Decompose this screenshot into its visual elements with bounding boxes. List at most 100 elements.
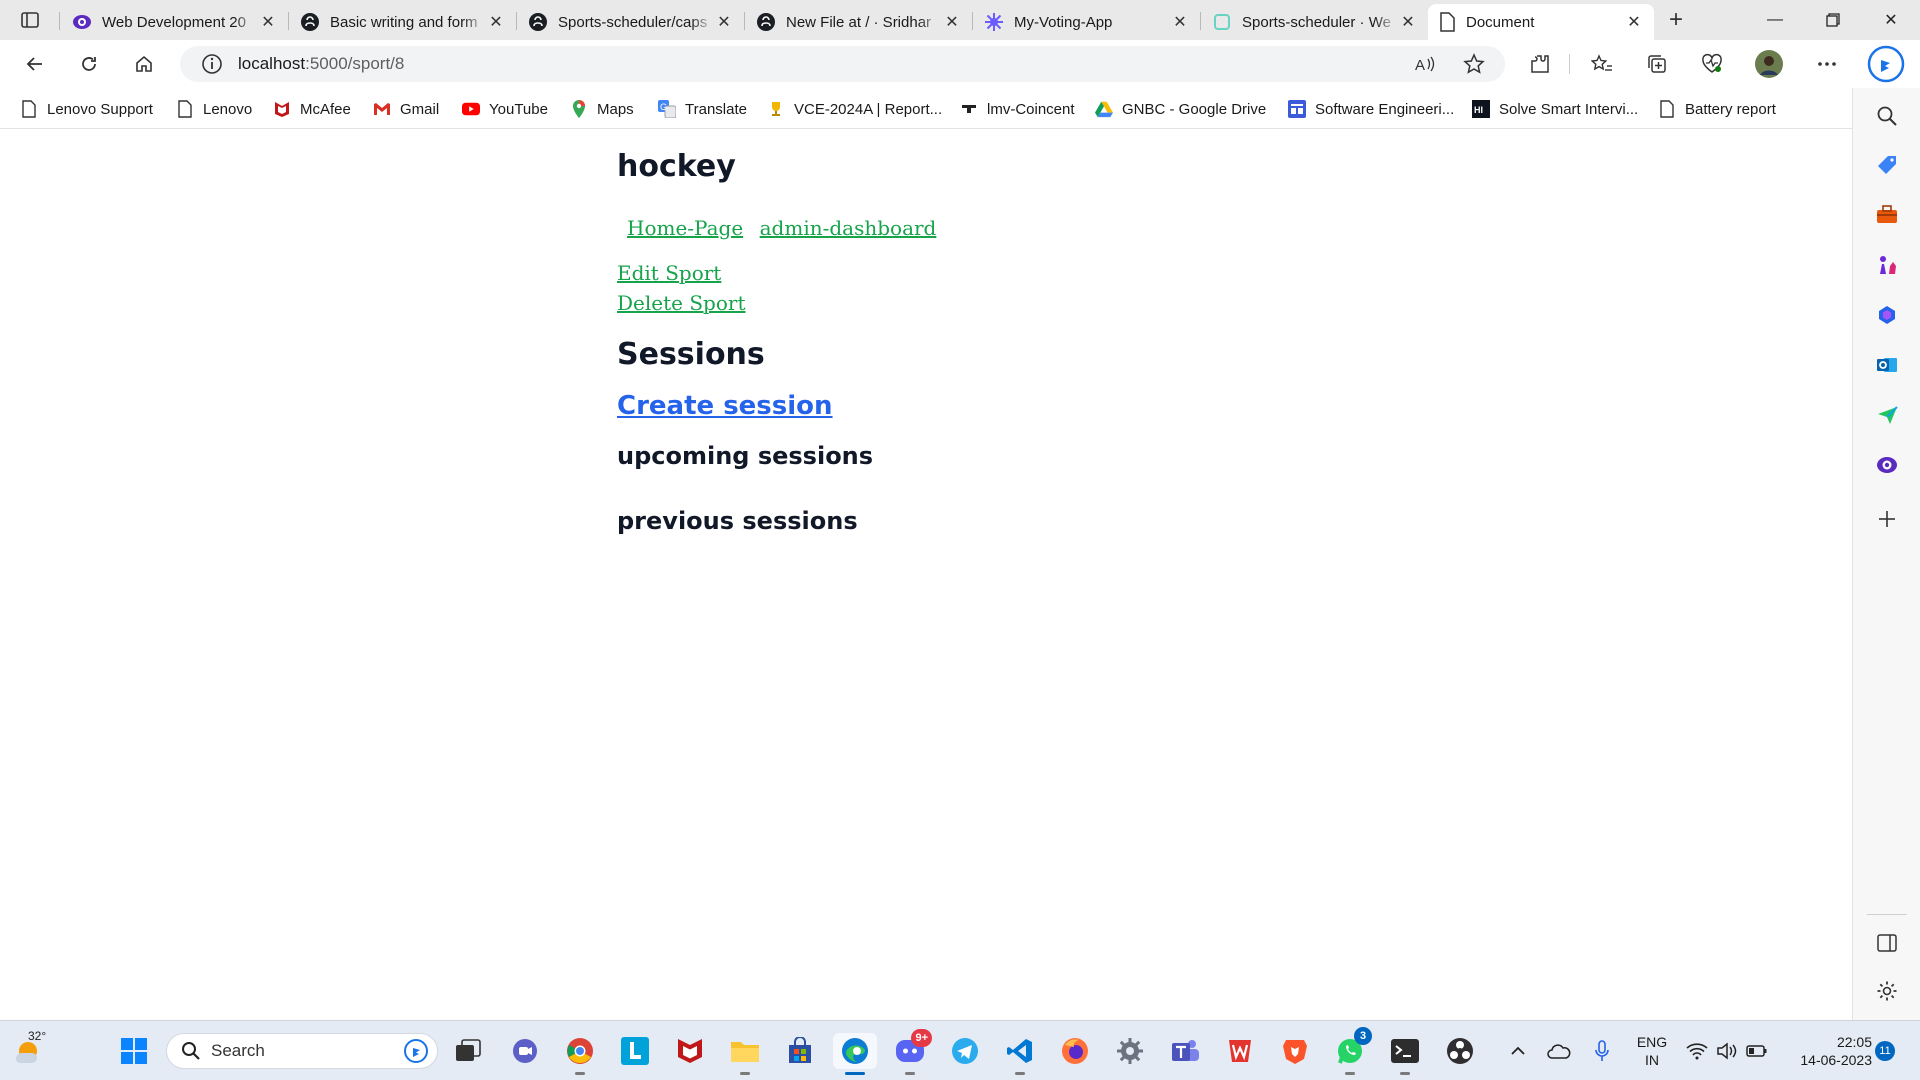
bookmark-gmail[interactable]: Gmail [373,96,439,122]
bookmark-translate[interactable]: G Translate [658,96,747,122]
profile-avatar[interactable] [1752,48,1786,80]
home-page-link[interactable]: Home-Page [627,216,743,240]
wifi-icon[interactable] [1682,1033,1712,1069]
bookmark-solve-smart[interactable]: HI Solve Smart Intervi... [1472,96,1638,122]
notification-center-badge[interactable]: 11 [1875,1041,1895,1061]
drop-send-icon[interactable] [1870,398,1904,432]
tab-sports-scheduler-web[interactable]: Sports-scheduler · We ✕ [1202,4,1428,40]
tab-actions-icon[interactable] [14,8,46,32]
taskbar-search[interactable]: Search [166,1033,438,1069]
teams-chat-icon[interactable] [507,1033,543,1069]
form-icon [1288,100,1306,118]
games-chess-icon[interactable] [1870,248,1904,282]
active-indicator [845,1072,865,1075]
admin-dashboard-link[interactable]: admin-dashboard [760,216,937,240]
bookmark-gnbc-drive[interactable]: GNBC - Google Drive [1095,96,1266,122]
tools-briefcase-icon[interactable] [1870,198,1904,232]
start-windows-icon[interactable] [116,1033,152,1069]
minimize-button[interactable]: — [1752,0,1798,40]
discord-icon[interactable]: 9+ [892,1029,932,1075]
teams-icon[interactable] [1167,1033,1203,1069]
bookmark-lenovo[interactable]: Lenovo [176,96,252,122]
tab-document[interactable]: Document ✕ [1428,4,1654,40]
bing-chat-icon[interactable] [1866,44,1906,84]
add-sidebar-app-icon[interactable] [1870,502,1904,536]
bookmark-label: lmv-Coincent [987,100,1075,118]
back-icon[interactable] [18,48,52,80]
microphone-icon[interactable] [1587,1033,1617,1069]
bookmark-label: Software Engineeri... [1315,100,1455,118]
create-session-link[interactable]: Create session [617,391,833,421]
file-explorer-icon[interactable] [727,1033,763,1075]
bookmark-battery-report[interactable]: Battery report [1658,96,1776,122]
edge-browser-icon[interactable] [833,1033,877,1075]
close-icon[interactable]: ✕ [714,12,734,32]
vscode-icon[interactable] [1002,1033,1038,1075]
chrome-icon[interactable] [562,1033,598,1075]
terminal-icon[interactable] [1387,1033,1423,1075]
battery-icon[interactable] [1742,1033,1772,1069]
restore-button[interactable] [1810,0,1856,40]
lens-l-icon[interactable] [617,1033,653,1069]
read-aloud-icon[interactable]: A [1410,49,1440,79]
favorite-star-icon[interactable] [1459,49,1489,79]
refresh-icon[interactable] [72,48,106,80]
close-icon[interactable]: ✕ [1398,12,1418,32]
shopping-tag-icon[interactable] [1870,148,1904,182]
settings-gear-icon[interactable] [1870,974,1904,1008]
delete-sport-link[interactable]: Delete Sport [617,291,745,315]
settings-gear-icon[interactable] [1112,1033,1148,1069]
wps-office-icon[interactable] [1222,1033,1258,1069]
volume-icon[interactable] [1712,1033,1742,1069]
hide-sidebar-icon[interactable] [1870,926,1904,960]
bookmark-vce-report[interactable]: VCE-2024A | Report... [767,96,942,122]
close-icon[interactable]: ✕ [942,12,962,32]
eye-icon[interactable] [1870,448,1904,482]
tab-new-file[interactable]: New File at / · Sridhar ✕ [746,4,972,40]
telegram-icon[interactable] [947,1033,983,1069]
tab-web-development[interactable]: Web Development 20 ✕ [62,4,288,40]
favorites-icon[interactable] [1585,48,1619,80]
outlook-icon[interactable] [1870,348,1904,382]
more-options-icon[interactable] [1810,48,1844,80]
collections-icon[interactable] [1640,48,1674,80]
tab-basic-writing[interactable]: Basic writing and form ✕ [290,4,516,40]
copilot-icon[interactable] [1870,298,1904,332]
bookmark-label: YouTube [489,100,548,118]
mcafee-icon[interactable] [672,1033,708,1069]
bookmark-lenovo-support[interactable]: Lenovo Support [20,96,153,122]
language-indicator[interactable]: ENG IN [1632,1033,1672,1069]
bookmark-lmv-coincent[interactable]: lmv-Coincent [960,96,1075,122]
tab-my-voting-app[interactable]: My-Voting-App ✕ [974,4,1200,40]
brave-icon[interactable] [1277,1033,1313,1069]
tab-separator [516,12,517,30]
close-icon[interactable]: ✕ [1624,12,1644,32]
bookmark-mcafee[interactable]: McAfee [273,96,351,122]
onedrive-cloud-icon[interactable] [1544,1033,1574,1069]
microsoft-store-icon[interactable] [782,1033,818,1069]
close-icon[interactable]: ✕ [258,12,278,32]
bookmark-maps[interactable]: Maps [570,96,634,122]
bookmark-youtube[interactable]: YouTube [462,96,548,122]
trophy-icon [767,100,785,118]
browser-essentials-icon[interactable] [1695,48,1729,80]
close-icon[interactable]: ✕ [1170,12,1190,32]
edge-sidebar [1852,88,1920,1020]
edit-sport-link[interactable]: Edit Sport [617,261,721,285]
info-icon[interactable] [200,52,224,76]
search-icon[interactable] [1870,99,1904,133]
extensions-icon[interactable] [1523,48,1557,80]
bookmark-software-engineering[interactable]: Software Engineeri... [1288,96,1454,122]
clock[interactable]: 22:05 14-06-2023 [1782,1033,1872,1069]
task-view-icon[interactable] [450,1033,486,1069]
firefox-icon[interactable] [1057,1033,1093,1069]
show-hidden-icons-chevron-icon[interactable] [1505,1033,1531,1069]
close-icon[interactable]: ✕ [486,12,506,32]
home-icon[interactable] [127,48,161,80]
tab-sports-scheduler-caps[interactable]: Sports-scheduler/caps ✕ [518,4,744,40]
whatsapp-icon[interactable]: 3 [1332,1027,1372,1075]
address-bar[interactable]: localhost:5000/sport/8 A [180,46,1505,82]
new-tab-button[interactable]: + [1660,6,1692,34]
close-window-button[interactable]: ✕ [1868,0,1914,40]
obs-studio-icon[interactable] [1442,1033,1478,1069]
